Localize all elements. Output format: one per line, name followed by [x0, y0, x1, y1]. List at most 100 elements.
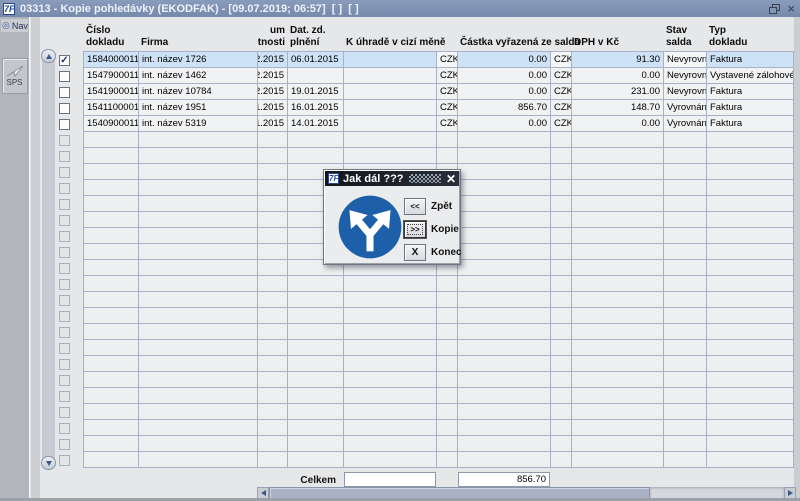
- row-checkbox-checked[interactable]: ✓: [59, 55, 70, 66]
- cell-cislo[interactable]: 1540900011: [84, 116, 138, 131]
- row-checkbox-disabled: [59, 295, 70, 306]
- cell-plneni[interactable]: [288, 68, 343, 83]
- cell-mena[interactable]: CZK: [437, 68, 457, 83]
- restore-icon[interactable]: [769, 4, 780, 14]
- cell-plneni[interactable]: 19.01.2015: [288, 84, 343, 99]
- cell-plneni[interactable]: 14.01.2015: [288, 116, 343, 131]
- cell-castka[interactable]: 0.00: [458, 84, 550, 99]
- vertical-scrollbar-track[interactable]: [42, 52, 55, 468]
- cell-mena[interactable]: CZK: [551, 52, 571, 67]
- back-button[interactable]: <<: [404, 198, 426, 215]
- row-checkbox-disabled: [59, 183, 70, 194]
- end-button[interactable]: X: [404, 244, 426, 261]
- cell-typ[interactable]: Faktura: [707, 84, 793, 99]
- dialog-titlebar[interactable]: 7F Jak dál ??? ✕: [325, 171, 459, 186]
- cell-firma[interactable]: int. název 1951: [139, 100, 257, 115]
- cell-splatnost[interactable]: 01.2015: [258, 116, 287, 131]
- cell-splatnost[interactable]: 01.2015: [258, 100, 287, 115]
- cell-cislo[interactable]: 1584000011: [84, 52, 138, 67]
- cell-typ[interactable]: Faktura: [707, 116, 793, 131]
- cell-cislo[interactable]: 1541100001: [84, 100, 138, 115]
- header-castka-vyrazena[interactable]: Částka vyřazená ze salda: [458, 23, 550, 50]
- cell-mena[interactable]: CZK: [437, 100, 457, 115]
- cell-splatnost[interactable]: 02.2015: [258, 52, 287, 67]
- header-cislo-dokladu[interactable]: Číslo dokladu: [84, 23, 138, 50]
- empty-cell-uhrade: [344, 436, 436, 451]
- cell-plneni[interactable]: 06.01.2015: [288, 52, 343, 67]
- cell-mena[interactable]: CZK: [437, 84, 457, 99]
- empty-cell-splatnost: [258, 212, 287, 227]
- empty-cell-mena: [551, 292, 571, 307]
- cell-typ[interactable]: Faktura: [707, 52, 793, 67]
- cell-uhrade[interactable]: [344, 68, 436, 83]
- cell-firma[interactable]: int. název 10784: [139, 84, 257, 99]
- cell-dph[interactable]: 91.30: [572, 52, 663, 67]
- total-label: Celkem: [240, 475, 336, 486]
- empty-cell-splatnost: [258, 308, 287, 323]
- cell-stav[interactable]: Nevyrovnáno: [664, 68, 706, 83]
- cell-mena[interactable]: CZK: [551, 116, 571, 131]
- cell-uhrade[interactable]: [344, 100, 436, 115]
- empty-cell-plneni: [288, 436, 343, 451]
- dialog-close-icon[interactable]: ✕: [446, 173, 456, 185]
- header-datum-splatnosti[interactable]: um atnosti: [258, 23, 287, 50]
- row-checkbox[interactable]: [59, 71, 70, 82]
- empty-cell-cislo: [84, 196, 138, 211]
- header-stav-salda[interactable]: Stav salda: [664, 23, 706, 50]
- cell-mena[interactable]: CZK: [437, 116, 457, 131]
- cell-stav[interactable]: Vyrovnáno: [664, 100, 706, 115]
- cell-castka[interactable]: 0.00: [458, 68, 550, 83]
- cell-typ[interactable]: Faktura: [707, 100, 793, 115]
- row-checkbox[interactable]: [59, 103, 70, 114]
- copy-button[interactable]: >>: [404, 221, 426, 238]
- cell-dph[interactable]: 148.70: [572, 100, 663, 115]
- cell-mena[interactable]: CZK: [551, 100, 571, 115]
- header-typ-dokladu[interactable]: Typ dokladu: [707, 23, 793, 50]
- cell-dph[interactable]: 0.00: [572, 68, 663, 83]
- cell-mena[interactable]: CZK: [437, 52, 457, 67]
- cell-splatnost[interactable]: 02.2015: [258, 84, 287, 99]
- cell-stav[interactable]: Nevyrovnáno: [664, 84, 706, 99]
- empty-cell-dph: [572, 148, 663, 163]
- cell-firma[interactable]: int. název 1726: [139, 52, 257, 67]
- cell-stav[interactable]: Vyrovnáno: [664, 116, 706, 131]
- cell-castka[interactable]: 0.00: [458, 52, 550, 67]
- scroll-up-button[interactable]: [41, 49, 56, 63]
- cell-castka[interactable]: 856.70: [458, 100, 550, 115]
- cell-splatnost[interactable]: 02.2015: [258, 68, 287, 83]
- empty-cell-typ: [707, 148, 793, 163]
- cell-plneni[interactable]: 16.01.2015: [288, 100, 343, 115]
- window-titlebar[interactable]: 7F 03313 - Kopie pohledávky (EKODFAK) - …: [0, 0, 800, 17]
- row-checkbox-disabled: [59, 407, 70, 418]
- empty-cell-dph: [572, 436, 663, 451]
- cell-uhrade[interactable]: [344, 52, 436, 67]
- cell-dph[interactable]: 231.00: [572, 84, 663, 99]
- scroll-down-button[interactable]: [41, 456, 56, 470]
- header-k-uhrade[interactable]: K úhradě v cizí měně: [344, 23, 436, 50]
- nav-button[interactable]: ◎ Nav: [1, 19, 28, 32]
- cell-firma[interactable]: int. název 5319: [139, 116, 257, 131]
- empty-cell-uhrade: [344, 388, 436, 403]
- close-icon[interactable]: ×: [787, 2, 795, 15]
- cell-mena[interactable]: CZK: [551, 68, 571, 83]
- cell-cislo[interactable]: 1541900011: [84, 84, 138, 99]
- cell-stav[interactable]: Nevyrovnáno: [664, 52, 706, 67]
- row-checkbox[interactable]: [59, 119, 70, 130]
- empty-cell-cislo: [84, 244, 138, 259]
- cell-dph[interactable]: 0.00: [572, 116, 663, 131]
- empty-cell-castka: [458, 132, 550, 147]
- cell-cislo[interactable]: 1547900011: [84, 68, 138, 83]
- cell-castka[interactable]: 0.00: [458, 116, 550, 131]
- cell-mena[interactable]: CZK: [551, 84, 571, 99]
- cell-uhrade[interactable]: [344, 116, 436, 131]
- cell-firma[interactable]: int. název 1462: [139, 68, 257, 83]
- header-firma[interactable]: Firma: [139, 23, 257, 50]
- empty-cell-typ: [707, 436, 793, 451]
- header-dph[interactable]: DPH v Kč: [572, 23, 663, 50]
- cell-typ[interactable]: Vystavené zálohové listy: [707, 68, 793, 83]
- cell-uhrade[interactable]: [344, 84, 436, 99]
- row-checkbox[interactable]: [59, 87, 70, 98]
- header-dat-zd-plneni[interactable]: Dat. zd. plnění: [288, 23, 343, 50]
- sps-button[interactable]: SPS: [2, 58, 28, 94]
- empty-cell-splatnost: [258, 260, 287, 275]
